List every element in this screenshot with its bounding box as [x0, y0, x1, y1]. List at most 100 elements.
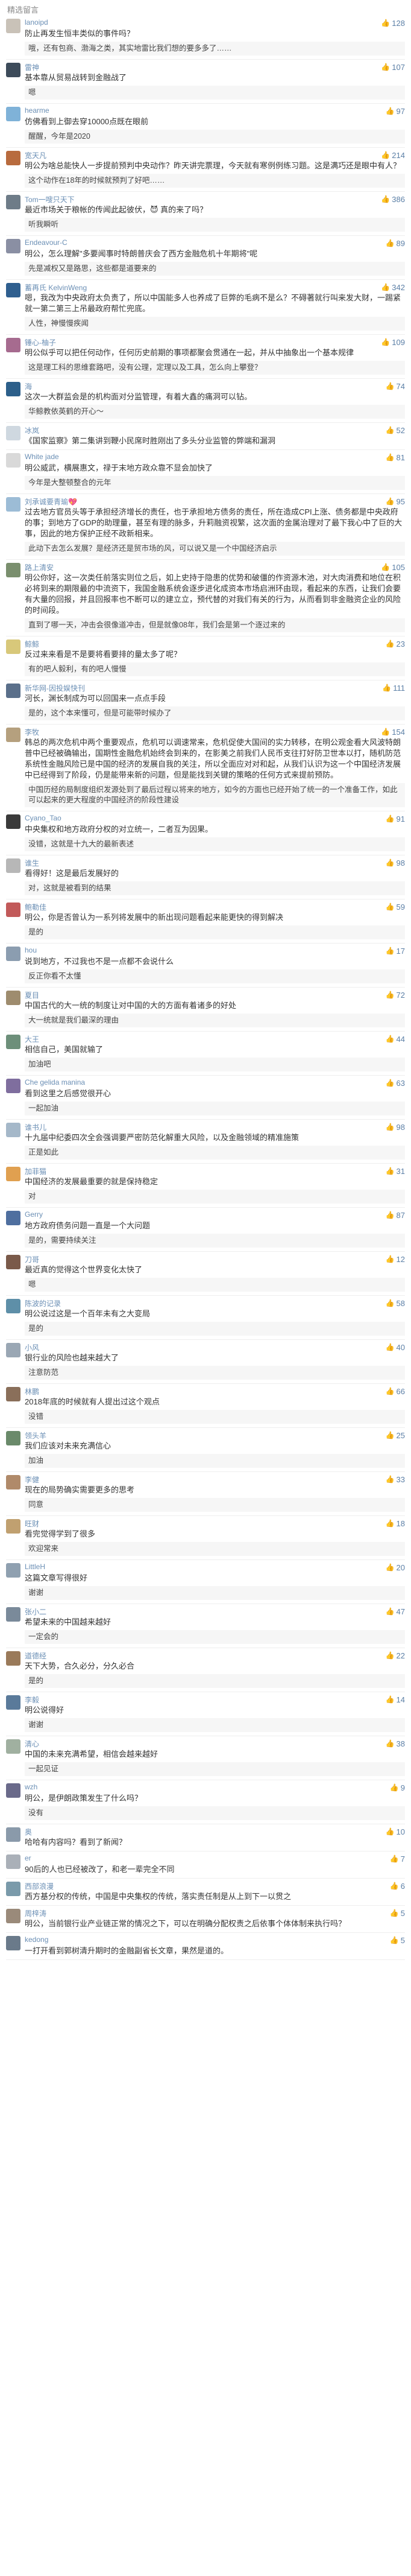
avatar[interactable]	[6, 1431, 20, 1445]
username[interactable]: wzh	[25, 1783, 37, 1792]
username[interactable]: 雷神	[25, 62, 39, 72]
like-button[interactable]: 👍 23	[386, 639, 405, 649]
avatar[interactable]	[6, 195, 20, 209]
username[interactable]: 蓄再氏 KelvinWeng	[25, 282, 87, 292]
username[interactable]: 清心	[25, 1739, 39, 1748]
avatar[interactable]	[6, 382, 20, 396]
like-button[interactable]: 👍 66	[386, 1386, 405, 1396]
avatar[interactable]	[6, 814, 20, 829]
like-button[interactable]: 👍 95	[386, 496, 405, 506]
avatar[interactable]	[6, 684, 20, 698]
username[interactable]: 谁生	[25, 858, 39, 868]
like-button[interactable]: 👍 40	[386, 1342, 405, 1352]
username[interactable]: 鲍勒佳	[25, 902, 46, 912]
like-button[interactable]: 👍 59	[386, 902, 405, 912]
like-button[interactable]: 👍 98	[386, 1122, 405, 1132]
avatar[interactable]	[6, 1607, 20, 1622]
avatar[interactable]	[6, 1909, 20, 1923]
like-button[interactable]: 👍 5	[390, 1908, 405, 1918]
like-button[interactable]: 👍 5	[390, 1935, 405, 1945]
username[interactable]: 刀哥	[25, 1254, 39, 1264]
like-button[interactable]: 👍 72	[386, 990, 405, 1000]
avatar[interactable]	[6, 1783, 20, 1798]
like-button[interactable]: 👍 111	[382, 683, 405, 693]
username[interactable]: 谁书儿	[25, 1122, 46, 1132]
like-button[interactable]: 👍 44	[386, 1034, 405, 1044]
username[interactable]: 锤心-柚子	[25, 337, 56, 347]
avatar[interactable]	[6, 1936, 20, 1950]
avatar[interactable]	[6, 903, 20, 917]
username[interactable]: 张小二	[25, 1607, 46, 1616]
username[interactable]: hou	[25, 946, 37, 956]
username[interactable]: 冰岚	[25, 425, 39, 435]
username[interactable]: 大王	[25, 1034, 39, 1044]
like-button[interactable]: 👍 87	[386, 1210, 405, 1220]
username[interactable]: 新华网-因投娱快刊	[25, 683, 85, 693]
avatar[interactable]	[6, 1882, 20, 1896]
like-button[interactable]: 👍 81	[386, 452, 405, 462]
username[interactable]: Che gelida manina	[25, 1078, 85, 1088]
like-button[interactable]: 👍 105	[381, 562, 405, 572]
avatar[interactable]	[6, 991, 20, 1005]
avatar[interactable]	[6, 1255, 20, 1269]
avatar[interactable]	[6, 1299, 20, 1313]
like-button[interactable]: 👍 7	[390, 1854, 405, 1864]
avatar[interactable]	[6, 1827, 20, 1842]
username[interactable]: 李健	[25, 1474, 39, 1484]
username[interactable]: 刘承诚要青瑜💖	[25, 496, 77, 506]
username[interactable]: 鲸鲸	[25, 639, 39, 649]
avatar[interactable]	[6, 1079, 20, 1093]
like-button[interactable]: 👍 58	[386, 1298, 405, 1308]
username[interactable]: 旺财	[25, 1518, 39, 1528]
username[interactable]: 小风	[25, 1342, 39, 1352]
username[interactable]: lanoipd	[25, 18, 48, 28]
avatar[interactable]	[6, 858, 20, 873]
like-button[interactable]: 👍 10	[386, 1827, 405, 1836]
avatar[interactable]	[6, 63, 20, 77]
like-button[interactable]: 👍 6	[390, 1881, 405, 1891]
username[interactable]: 林鹏	[25, 1386, 39, 1396]
avatar[interactable]	[6, 338, 20, 352]
avatar[interactable]	[6, 1343, 20, 1357]
like-button[interactable]: 👍 128	[381, 18, 405, 28]
username[interactable]: 李毅	[25, 1695, 39, 1704]
username[interactable]: 夏目	[25, 990, 39, 1000]
username[interactable]: 海	[25, 381, 32, 391]
like-button[interactable]: 👍 342	[381, 282, 405, 292]
like-button[interactable]: 👍 89	[386, 238, 405, 248]
like-button[interactable]: 👍 97	[386, 106, 405, 116]
like-button[interactable]: 👍 18	[386, 1518, 405, 1528]
username[interactable]: hearme	[25, 106, 49, 116]
avatar[interactable]	[6, 1563, 20, 1578]
avatar[interactable]	[6, 639, 20, 654]
like-button[interactable]: 👍 20	[386, 1562, 405, 1572]
username[interactable]: 道德经	[25, 1651, 46, 1660]
like-button[interactable]: 👍 47	[386, 1607, 405, 1616]
like-button[interactable]: 👍 31	[386, 1166, 405, 1176]
like-button[interactable]: 👍 38	[386, 1739, 405, 1748]
avatar[interactable]	[6, 947, 20, 961]
like-button[interactable]: 👍 52	[386, 425, 405, 435]
username[interactable]: 李牧	[25, 727, 39, 737]
like-button[interactable]: 👍 12	[386, 1254, 405, 1264]
like-button[interactable]: 👍 63	[386, 1078, 405, 1088]
avatar[interactable]	[6, 1123, 20, 1137]
avatar[interactable]	[6, 453, 20, 468]
avatar[interactable]	[6, 728, 20, 742]
username[interactable]: er	[25, 1854, 31, 1864]
username[interactable]: 奥	[25, 1827, 32, 1836]
username[interactable]: LittleH	[25, 1562, 45, 1572]
avatar[interactable]	[6, 1475, 20, 1489]
avatar[interactable]	[6, 1519, 20, 1534]
avatar[interactable]	[6, 497, 20, 512]
username[interactable]: Cyano_Tao	[25, 814, 61, 823]
like-button[interactable]: 👍 91	[386, 814, 405, 823]
avatar[interactable]	[6, 1651, 20, 1666]
username[interactable]: Tom一嗖只天下	[25, 194, 75, 204]
like-button[interactable]: 👍 33	[386, 1474, 405, 1484]
avatar[interactable]	[6, 151, 20, 165]
username[interactable]: 领头羊	[25, 1430, 46, 1440]
username[interactable]: kedong	[25, 1935, 48, 1945]
avatar[interactable]	[6, 19, 20, 33]
avatar[interactable]	[6, 1167, 20, 1181]
